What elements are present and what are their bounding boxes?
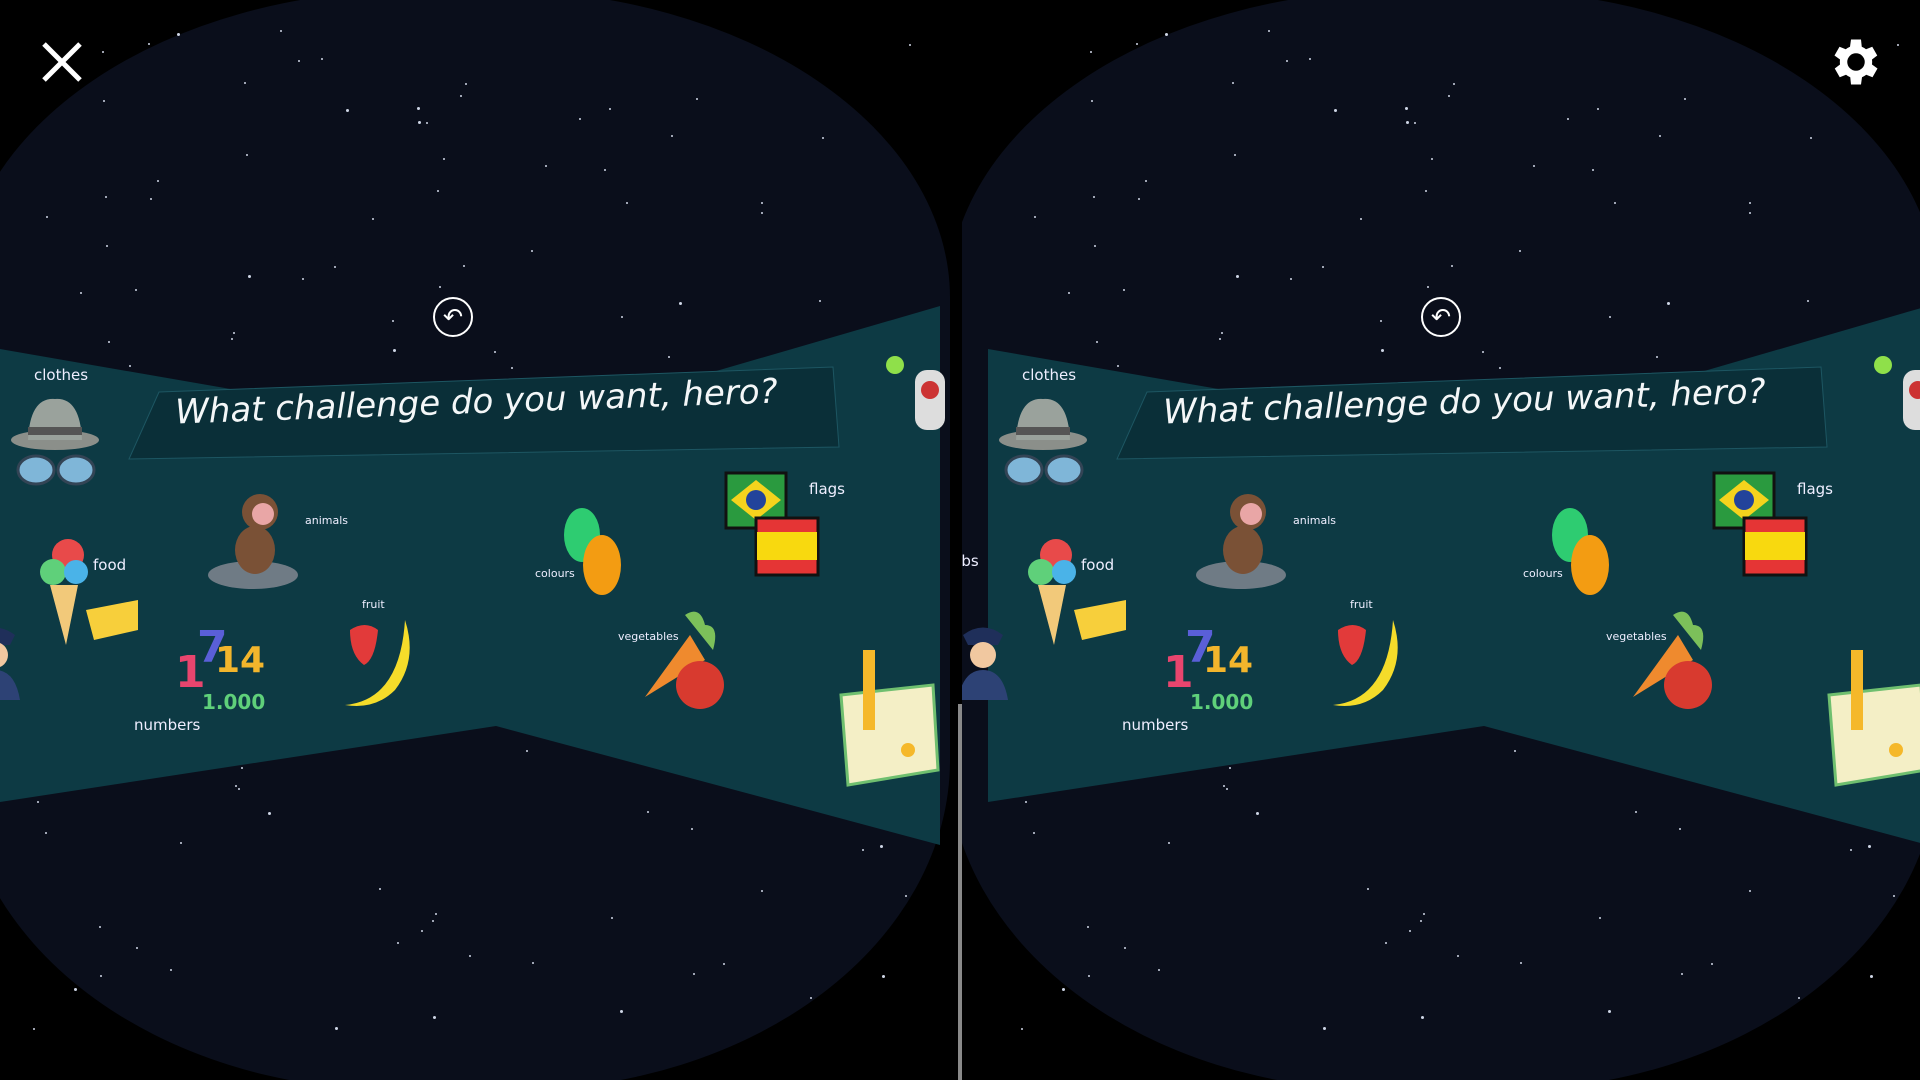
astronaut-icon[interactable]	[885, 350, 955, 450]
back-arrow-icon: ↶	[442, 303, 464, 331]
flags-icon[interactable]	[1711, 470, 1811, 580]
astronaut-icon[interactable]	[1873, 350, 1920, 450]
carrot-tomato-icon[interactable]	[1633, 605, 1718, 720]
back-arrow-icon: ↶	[1430, 303, 1452, 331]
settings-button[interactable]	[1826, 32, 1886, 92]
category-label-animals[interactable]: animals	[1293, 514, 1336, 527]
monkey-icon[interactable]	[205, 490, 300, 595]
eye-divider	[958, 704, 962, 1080]
category-label-clothes[interactable]: clothes	[34, 366, 88, 384]
category-label-jobs[interactable]: jobs	[962, 552, 979, 570]
category-label-animals[interactable]: animals	[305, 514, 348, 527]
close-icon	[42, 42, 82, 82]
balloons-icon[interactable]	[560, 505, 630, 600]
ice-cream-icon[interactable]	[1026, 530, 1131, 650]
left-eye-view: What challenge do you want, hero? ↶ clot…	[0, 0, 958, 1080]
right-eye-view: What challenge do you want, hero? ↶ clot…	[962, 0, 1920, 1080]
ice-cream-icon[interactable]	[38, 530, 143, 650]
vr-scene: What challenge do you want, hero? ↶ clot…	[0, 0, 958, 1080]
category-label-fruit[interactable]: fruit	[362, 598, 385, 611]
flags-icon[interactable]	[723, 470, 823, 580]
balloons-icon[interactable]	[1548, 505, 1618, 600]
numbers-icon[interactable]: 1 7 14 1.000	[1163, 622, 1263, 722]
gear-icon	[1834, 39, 1878, 85]
hat-glasses-icon[interactable]	[10, 385, 100, 495]
certificate-icon[interactable]	[833, 650, 943, 790]
category-label-clothes[interactable]: clothes	[1022, 366, 1076, 384]
vr-scene: What challenge do you want, hero? ↶ clot…	[962, 0, 1920, 1080]
monkey-icon[interactable]	[1193, 490, 1288, 595]
police-officer-icon[interactable]	[0, 620, 25, 700]
certificate-icon[interactable]	[1821, 650, 1920, 790]
hat-glasses-icon[interactable]	[998, 385, 1088, 495]
close-button[interactable]	[38, 38, 86, 86]
numbers-icon[interactable]: 1 7 14 1.000	[175, 622, 275, 722]
banana-strawberry-icon[interactable]	[1328, 615, 1408, 710]
category-label-fruit[interactable]: fruit	[1350, 598, 1373, 611]
back-button[interactable]: ↶	[433, 297, 473, 337]
police-officer-icon[interactable]	[962, 620, 1013, 700]
banana-strawberry-icon[interactable]	[340, 615, 420, 710]
carrot-tomato-icon[interactable]	[645, 605, 730, 720]
back-button[interactable]: ↶	[1421, 297, 1461, 337]
